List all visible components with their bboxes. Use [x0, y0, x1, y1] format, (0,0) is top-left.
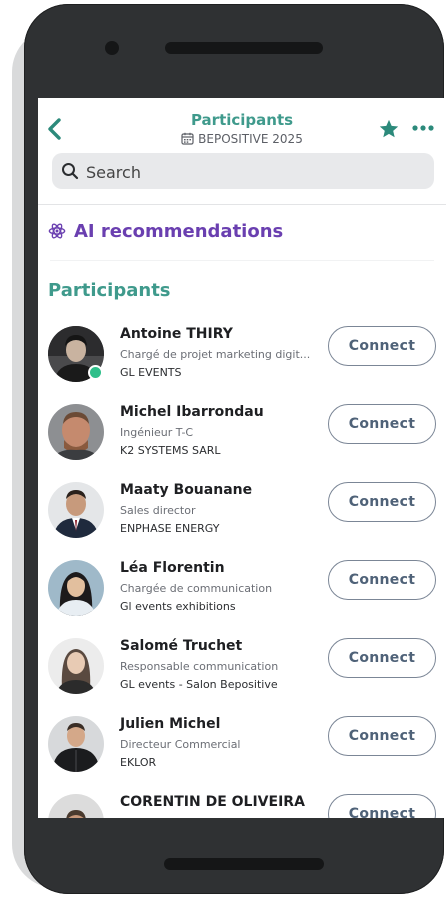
participant-row[interactable]: Salomé Truchet Responsable communication… [38, 632, 446, 702]
connect-button[interactable]: Connect [328, 794, 436, 818]
participant-company: EKLOR [120, 756, 157, 769]
participant-company: Gl events exhibitions [120, 600, 236, 613]
participant-name: Michel Ibarrondau [120, 404, 264, 420]
avatar [48, 794, 104, 818]
participant-name: Léa Florentin [120, 560, 225, 576]
participant-title: Sales director [120, 504, 196, 517]
atom-icon [48, 223, 66, 239]
participant-title: Directeur Commercial [120, 738, 241, 751]
participant-row[interactable]: Michel Ibarrondau Ingénieur T-C K2 SYSTE… [38, 398, 446, 468]
section-divider [50, 260, 434, 261]
connect-button[interactable]: Connect [328, 716, 436, 756]
participant-company: ENPHASE ENERGY [120, 522, 220, 535]
participant-name: Maaty Bouanane [120, 482, 253, 498]
more-dots-icon[interactable] [410, 118, 436, 138]
participant-name: CORENTIN DE OLIVEIRA [120, 794, 305, 810]
calendar-icon [181, 132, 194, 145]
home-indicator [164, 858, 324, 870]
ai-recommendations-row[interactable]: AI recommendations [48, 219, 283, 243]
participant-row[interactable]: Antoine THIRY Chargé de projet marketing… [38, 320, 446, 390]
participant-row[interactable]: CORENTIN DE OLIVEIRA Connect [38, 788, 446, 818]
participant-title: Responsable communication [120, 660, 279, 673]
ai-recommendations-label: AI recommendations [74, 220, 284, 242]
connect-button[interactable]: Connect [328, 326, 436, 366]
participant-company: GL EVENTS [120, 366, 182, 379]
connect-button[interactable]: Connect [328, 482, 436, 522]
search-bar[interactable] [52, 153, 434, 191]
connect-button[interactable]: Connect [328, 560, 436, 600]
section-title: Participants [48, 280, 171, 301]
avatar [48, 560, 104, 616]
header-divider [38, 204, 446, 205]
participant-row[interactable]: Maaty Bouanane Sales director ENPHASE EN… [38, 476, 446, 546]
star-icon[interactable] [378, 118, 400, 140]
app-screen: Participants BEPOSITIVE 2025 Search AI r… [38, 98, 446, 818]
event-name: BEPOSITIVE 2025 [198, 132, 303, 146]
participant-row[interactable]: Julien Michel Directeur Commercial EKLOR… [38, 710, 446, 780]
participant-title: Chargée de communication [120, 582, 273, 595]
camera-dot [105, 41, 119, 55]
participant-title: Ingénieur T-C [120, 426, 194, 439]
online-status-dot [88, 365, 103, 380]
connect-button[interactable]: Connect [328, 638, 436, 678]
participant-company: K2 SYSTEMS SARL [120, 444, 221, 457]
avatar [48, 716, 104, 772]
participant-title: Chargé de projet marketing digit... [120, 348, 311, 361]
connect-button[interactable]: Connect [328, 404, 436, 444]
participant-name: Julien Michel [120, 716, 221, 732]
participant-name: Salomé Truchet [120, 638, 243, 654]
search-icon [62, 163, 79, 180]
search-input[interactable] [84, 153, 428, 191]
participant-company: GL events - Salon Bepositive [120, 678, 278, 691]
participant-name: Antoine THIRY [120, 326, 233, 342]
avatar [48, 482, 104, 538]
speaker-bar [165, 42, 323, 54]
avatar [48, 404, 104, 460]
avatar [48, 638, 104, 694]
participant-row[interactable]: Léa Florentin Chargée de communication G… [38, 554, 446, 624]
